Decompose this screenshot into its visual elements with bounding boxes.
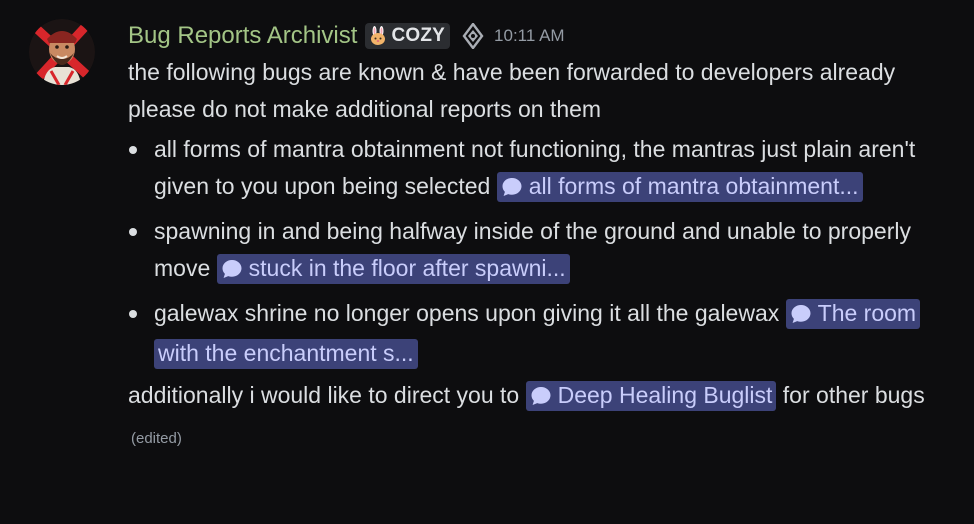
bug-description: galewax shrine no longer opens upon givi… [154,300,786,326]
avatar-image [29,19,95,85]
thread-bubble-icon [501,171,523,208]
author-username[interactable]: Bug Reports Archivist [128,22,357,50]
edited-indicator: (edited) [131,429,182,447]
bug-list-item: all forms of mantra obtainment not funct… [128,131,948,207]
thread-bubble-icon [790,298,812,335]
message-line: the following bugs are known & have been… [128,59,896,85]
bug-list-item: spawning in and being halfway inside of … [128,213,948,289]
server-tag[interactable]: COZY [365,23,451,49]
thread-bubble-icon [221,253,243,290]
thread-link[interactable]: stuck in the floor after spawni... [216,253,570,284]
thread-link-label: all forms of mantra obtainment... [528,172,859,199]
bug-list-item: galewax shrine no longer opens upon givi… [128,295,948,371]
bug-list: all forms of mantra obtainment not funct… [128,131,948,371]
thread-bubble-icon [530,380,552,417]
message-content: Bug Reports Archivist COZY 10:11 AM the … [128,18,948,457]
role-diamond-icon[interactable] [462,23,484,49]
footer-text-after: for other bugs [776,382,925,408]
channel-link[interactable]: Deep Healing Buglist [525,381,777,411]
message-footer-line: additionally i would like to direct you … [128,377,948,457]
author-avatar[interactable] [29,19,95,85]
server-tag-label: COZY [391,25,446,46]
chat-message: Bug Reports Archivist COZY 10:11 AM the … [0,0,974,524]
message-timestamp: 10:11 AM [494,26,565,45]
thread-link[interactable]: all forms of mantra obtainment... [496,171,863,202]
channel-link-label: Deep Healing Buglist [557,382,773,408]
footer-text-before: additionally i would like to direct you … [128,382,526,408]
message-header: Bug Reports Archivist COZY 10:11 AM [128,18,948,54]
bunny-icon [368,26,388,46]
thread-link-label: stuck in the floor after spawni... [248,254,566,281]
message-line: please do not make additional reports on… [128,95,602,122]
